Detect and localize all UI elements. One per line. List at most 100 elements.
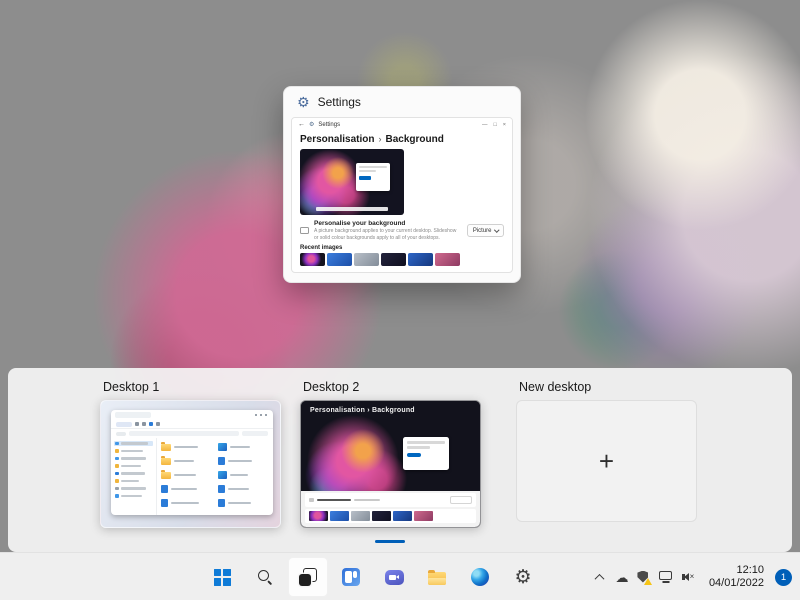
edge-button[interactable]	[460, 557, 500, 597]
recent-images-row	[300, 253, 504, 266]
background-preview-image	[300, 149, 404, 215]
notification-badge[interactable]: 1	[775, 569, 792, 586]
widgets-button[interactable]	[331, 557, 371, 597]
file-explorer-button[interactable]	[417, 557, 457, 597]
desktop-1-label[interactable]: Desktop 1	[103, 380, 281, 394]
volume-muted-icon: ×	[682, 573, 695, 581]
breadcrumb: Personalisation › Background	[292, 131, 512, 147]
maximize-icon: □	[493, 122, 496, 128]
personalise-row-title: Personalise your background	[314, 220, 462, 227]
chat-icon	[385, 570, 404, 585]
desktop-1-thumbnail[interactable]	[100, 400, 281, 528]
back-icon: ←	[298, 121, 305, 128]
task-view-icon	[299, 568, 317, 586]
windows-logo-icon	[214, 569, 231, 586]
app-tile-icon	[218, 443, 227, 451]
search-icon	[257, 569, 273, 585]
task-view-strip: Desktop 1	[8, 368, 792, 552]
settings-mock-breadcrumb: Personalisation › Background	[310, 407, 415, 414]
desktop-2-thumbnail[interactable]: Personalisation › Background	[300, 400, 481, 528]
recent-image-thumb[interactable]	[354, 253, 379, 266]
settings-mock-recent-images	[305, 509, 476, 523]
explorer-address-bar	[111, 429, 273, 438]
breadcrumb-root: Personalisation	[300, 134, 374, 145]
notification-count: 1	[781, 572, 786, 583]
preview-card-header: ⚙ Settings	[284, 87, 520, 117]
breadcrumb-page: Background	[385, 134, 443, 145]
settings-mock-bottom-panel	[301, 491, 480, 527]
edge-icon	[471, 568, 489, 586]
recent-image-thumb[interactable]	[435, 253, 460, 266]
chevron-down-icon	[494, 227, 499, 232]
security-button[interactable]	[633, 557, 655, 597]
close-icon: ×	[503, 122, 506, 128]
explorer-toolbar	[111, 420, 273, 429]
folder-icon	[161, 472, 171, 479]
mock-taskbar	[316, 207, 389, 211]
window-controls: — □ ×	[482, 122, 506, 128]
mock-settings-card	[356, 163, 390, 191]
settings-app-icon: ⚙	[297, 95, 310, 109]
mini-window-title: Settings	[318, 122, 340, 128]
image-icon	[300, 227, 309, 234]
task-view-screen: ⚙ Settings ← ⚙ Settings — □ × Personalis…	[0, 0, 800, 600]
search-button[interactable]	[245, 557, 285, 597]
document-icon	[161, 485, 168, 493]
cloud-icon: ☁	[615, 571, 628, 584]
recent-image-thumb[interactable]	[381, 253, 406, 266]
file-explorer-mock-window	[111, 410, 273, 515]
settings-mock-card	[403, 437, 449, 470]
time: 12:10	[736, 564, 764, 578]
shield-warning-icon	[637, 571, 650, 584]
explorer-file-grid	[157, 438, 273, 515]
desktop-2-group: Desktop 2 Personalisation › Background	[300, 380, 481, 528]
breadcrumb-separator: ›	[378, 134, 381, 144]
plus-icon: +	[599, 448, 614, 474]
document-icon	[161, 499, 168, 507]
chevron-up-icon	[595, 573, 605, 583]
gear-icon: ⚙	[309, 121, 314, 128]
file-explorer-icon	[428, 572, 446, 585]
network-button[interactable]	[655, 557, 677, 597]
task-view-button[interactable]	[288, 557, 328, 597]
mini-window-titlebar: ← ⚙ Settings — □ ×	[292, 118, 512, 131]
explorer-titlebar	[111, 410, 273, 420]
preview-card-title: Settings	[318, 95, 361, 109]
settings-window-preview-card[interactable]: ⚙ Settings ← ⚙ Settings — □ × Personalis…	[283, 86, 521, 283]
chat-button[interactable]	[374, 557, 414, 597]
explorer-body	[111, 438, 273, 515]
personalise-row-texts: Personalise your background A picture ba…	[314, 220, 462, 241]
new-desktop-label: New desktop	[519, 380, 697, 394]
folder-icon	[161, 444, 171, 451]
background-type-dropdown[interactable]: Picture	[467, 224, 504, 237]
app-tile-icon	[218, 471, 227, 479]
document-icon	[218, 499, 225, 507]
start-button[interactable]	[202, 557, 242, 597]
folder-icon	[161, 458, 171, 465]
widgets-icon	[342, 568, 360, 586]
hidden-icons-button[interactable]	[589, 557, 611, 597]
explorer-sidebar	[111, 438, 157, 515]
recent-image-thumb[interactable]	[408, 253, 433, 266]
active-desktop-indicator	[375, 540, 405, 543]
recent-image-thumb[interactable]	[300, 253, 325, 266]
settings-mock-personalise-row	[305, 493, 476, 507]
volume-button[interactable]: ×	[677, 557, 699, 597]
document-icon	[218, 485, 225, 493]
desktop-2-label[interactable]: Desktop 2	[303, 380, 481, 394]
recent-images-label: Recent images	[300, 245, 504, 251]
dropdown-value: Picture	[473, 228, 492, 234]
clock[interactable]: 12:10 04/01/2022	[703, 557, 770, 597]
settings-button[interactable]: ⚙	[503, 557, 543, 597]
personalise-background-row: Personalise your background A picture ba…	[300, 220, 504, 241]
onedrive-button[interactable]: ☁	[611, 557, 633, 597]
settings-window-thumbnail[interactable]: ← ⚙ Settings — □ × Personalisation › Bac…	[291, 117, 513, 273]
new-desktop-button[interactable]: +	[516, 400, 697, 522]
recent-image-thumb[interactable]	[327, 253, 352, 266]
network-icon	[659, 571, 672, 580]
new-desktop-group: New desktop +	[516, 380, 697, 522]
settings-mock-bloom-image	[301, 401, 480, 491]
personalise-row-description: A picture background applies to your cur…	[314, 228, 462, 241]
document-icon	[218, 457, 225, 465]
system-tray: ☁ × 12:10 04/01/2022 1	[589, 557, 792, 597]
